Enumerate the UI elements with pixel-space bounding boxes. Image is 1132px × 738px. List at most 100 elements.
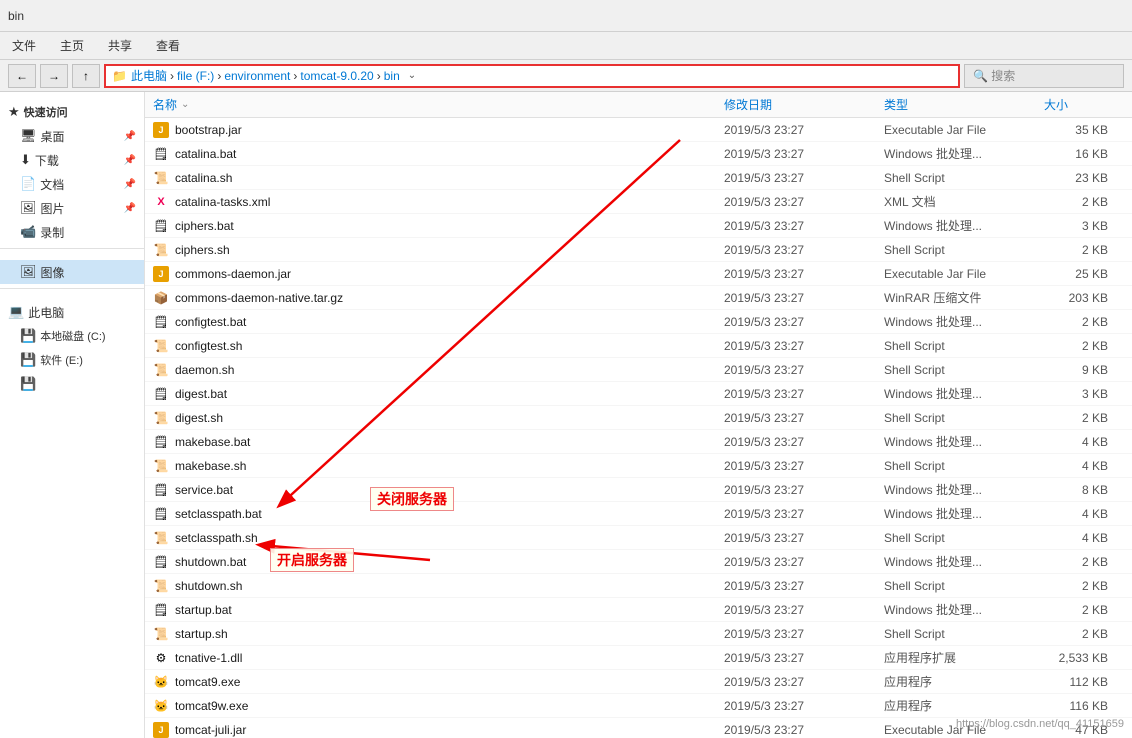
forward-btn[interactable]: → [40, 64, 68, 88]
sort-name-icon: ⌄ [181, 99, 189, 110]
exe-icon: 🐱 [153, 698, 169, 714]
file-name: service.bat [175, 483, 233, 497]
menu-home[interactable]: 主页 [56, 35, 88, 56]
pin-icon-desktop: 📌 [124, 131, 136, 142]
file-name: setclasspath.sh [175, 531, 258, 545]
file-size: 25 KB [1044, 267, 1124, 281]
file-size: 2 KB [1044, 315, 1124, 329]
sidebar-label-record: 录制 [40, 224, 64, 241]
file-row[interactable]: 🗒 service.bat 2019/5/3 23:27 Windows 批处理… [145, 478, 1132, 502]
file-name-cell: 🗒 makebase.bat [153, 434, 724, 450]
file-name: digest.bat [175, 387, 227, 401]
file-modified: 2019/5/3 23:27 [724, 291, 884, 305]
bat-icon: 🗒 [153, 146, 169, 162]
file-row[interactable]: 📜 setclasspath.sh 2019/5/3 23:27 Shell S… [145, 526, 1132, 550]
file-row[interactable]: ⚙ tcnative-1.dll 2019/5/3 23:27 应用程序扩展 2… [145, 646, 1132, 670]
column-headers: 名称 ⌄ 修改日期 类型 大小 [145, 92, 1132, 118]
file-row[interactable]: 🗒 ciphers.bat 2019/5/3 23:27 Windows 批处理… [145, 214, 1132, 238]
file-name-cell: J tomcat-juli.jar [153, 722, 724, 738]
file-row[interactable]: 📦 commons-daemon-native.tar.gz 2019/5/3 … [145, 286, 1132, 310]
address-input[interactable]: 📁 此电脑 › file (F:) › environment › tomcat… [104, 64, 960, 88]
file-row[interactable]: 🗒 setclasspath.bat 2019/5/3 23:27 Window… [145, 502, 1132, 526]
sidebar-item-thispc[interactable]: 💻 此电脑 [0, 300, 144, 324]
sidebar-item-driveC[interactable]: 💾 本地磁盘 (C:) [0, 324, 144, 348]
col-type[interactable]: 类型 [884, 96, 1044, 113]
sidebar-label-thispc: 此电脑 [28, 304, 64, 321]
breadcrumb-part-0: 📁 [112, 69, 127, 83]
file-modified: 2019/5/3 23:27 [724, 195, 884, 209]
sidebar-item-record[interactable]: 📹 录制 [0, 220, 144, 244]
bat-icon: 🗒 [153, 554, 169, 570]
file-name-cell: X catalina-tasks.xml [153, 194, 724, 210]
file-row[interactable]: 📜 daemon.sh 2019/5/3 23:27 Shell Script … [145, 358, 1132, 382]
file-modified: 2019/5/3 23:27 [724, 579, 884, 593]
back-btn[interactable]: ← [8, 64, 36, 88]
sidebar-item-quickaccess[interactable]: ★ 快速访问 [0, 100, 144, 124]
sidebar-item-pictures[interactable]: 🖼 图片 📌 [0, 196, 144, 220]
drive-other-icon: 💾 [20, 376, 36, 392]
sidebar-item-drive-other[interactable]: 💾 [0, 372, 144, 396]
file-row[interactable]: 📜 shutdown.sh 2019/5/3 23:27 Shell Scrip… [145, 574, 1132, 598]
file-row[interactable]: 📜 digest.sh 2019/5/3 23:27 Shell Script … [145, 406, 1132, 430]
breadcrumb-label-3: tomcat-9.0.20 [300, 69, 373, 83]
file-row[interactable]: 🐱 tomcat9w.exe 2019/5/3 23:27 应用程序 116 K… [145, 694, 1132, 718]
file-row[interactable]: 🗒 makebase.bat 2019/5/3 23:27 Windows 批处… [145, 430, 1132, 454]
menu-view[interactable]: 查看 [152, 35, 184, 56]
file-size: 4 KB [1044, 435, 1124, 449]
menu-file[interactable]: 文件 [8, 35, 40, 56]
file-row[interactable]: J bootstrap.jar 2019/5/3 23:27 Executabl… [145, 118, 1132, 142]
file-type: Shell Script [884, 339, 1044, 353]
file-row[interactable]: 🗒 startup.bat 2019/5/3 23:27 Windows 批处理… [145, 598, 1132, 622]
file-name-cell: 📜 shutdown.sh [153, 578, 724, 594]
pin-icon-docs: 📌 [124, 179, 136, 190]
file-name: tcnative-1.dll [175, 651, 242, 665]
file-name: ciphers.sh [175, 243, 230, 257]
file-row[interactable]: X catalina-tasks.xml 2019/5/3 23:27 XML … [145, 190, 1132, 214]
sidebar-item-downloads[interactable]: ⬇ 下载 📌 [0, 148, 144, 172]
search-btn[interactable]: 🔍 搜索 [964, 64, 1124, 88]
file-row[interactable]: 📜 catalina.sh 2019/5/3 23:27 Shell Scrip… [145, 166, 1132, 190]
file-type: Shell Script [884, 363, 1044, 377]
file-name: catalina.bat [175, 147, 236, 161]
file-type: Shell Script [884, 459, 1044, 473]
file-type: Shell Script [884, 171, 1044, 185]
sidebar-item-desktop[interactable]: 🖥 桌面 📌 [0, 124, 144, 148]
file-type: 应用程序扩展 [884, 649, 1044, 666]
menu-share[interactable]: 共享 [104, 35, 136, 56]
file-type: Windows 批处理... [884, 217, 1044, 234]
sh-icon: 📜 [153, 578, 169, 594]
file-size: 4 KB [1044, 531, 1124, 545]
file-type: Shell Script [884, 531, 1044, 545]
file-modified: 2019/5/3 23:27 [724, 387, 884, 401]
file-name: makebase.sh [175, 459, 246, 473]
col-modified[interactable]: 修改日期 [724, 96, 884, 113]
file-row[interactable]: 🗒 digest.bat 2019/5/3 23:27 Windows 批处理.… [145, 382, 1132, 406]
col-size[interactable]: 大小 [1044, 96, 1124, 113]
file-name-cell: 🗒 shutdown.bat [153, 554, 724, 570]
file-row[interactable]: 🗒 catalina.bat 2019/5/3 23:27 Windows 批处… [145, 142, 1132, 166]
file-name: tomcat9w.exe [175, 699, 248, 713]
file-row[interactable]: 🗒 shutdown.bat 2019/5/3 23:27 Windows 批处… [145, 550, 1132, 574]
file-row[interactable]: 📜 configtest.sh 2019/5/3 23:27 Shell Scr… [145, 334, 1132, 358]
file-row[interactable]: 🗒 configtest.bat 2019/5/3 23:27 Windows … [145, 310, 1132, 334]
bat-icon: 🗒 [153, 506, 169, 522]
jar-icon: J [153, 722, 169, 738]
file-row[interactable]: 🐱 tomcat9.exe 2019/5/3 23:27 应用程序 112 KB [145, 670, 1132, 694]
sidebar-item-driveE[interactable]: 💾 软件 (E:) [0, 348, 144, 372]
main-layout: ★ 快速访问 🖥 桌面 📌 ⬇ 下载 📌 📄 文档 📌 🖼 图片 � [0, 92, 1132, 738]
col-name[interactable]: 名称 ⌄ [153, 96, 724, 113]
file-size: 2 KB [1044, 603, 1124, 617]
file-row[interactable]: 📜 ciphers.sh 2019/5/3 23:27 Shell Script… [145, 238, 1132, 262]
up-btn[interactable]: ↑ [72, 64, 100, 88]
file-row[interactable]: 📜 startup.sh 2019/5/3 23:27 Shell Script… [145, 622, 1132, 646]
file-row[interactable]: 📜 makebase.sh 2019/5/3 23:27 Shell Scrip… [145, 454, 1132, 478]
file-name: tomcat-juli.jar [175, 723, 246, 737]
sidebar-item-image[interactable]: 🖼 图像 [0, 260, 144, 284]
file-modified: 2019/5/3 23:27 [724, 723, 884, 737]
file-row[interactable]: J commons-daemon.jar 2019/5/3 23:27 Exec… [145, 262, 1132, 286]
file-type: Windows 批处理... [884, 481, 1044, 498]
breadcrumb-caret: ⌄ [408, 70, 416, 81]
file-modified: 2019/5/3 23:27 [724, 267, 884, 281]
file-name-cell: 📜 catalina.sh [153, 170, 724, 186]
sidebar-item-documents[interactable]: 📄 文档 📌 [0, 172, 144, 196]
